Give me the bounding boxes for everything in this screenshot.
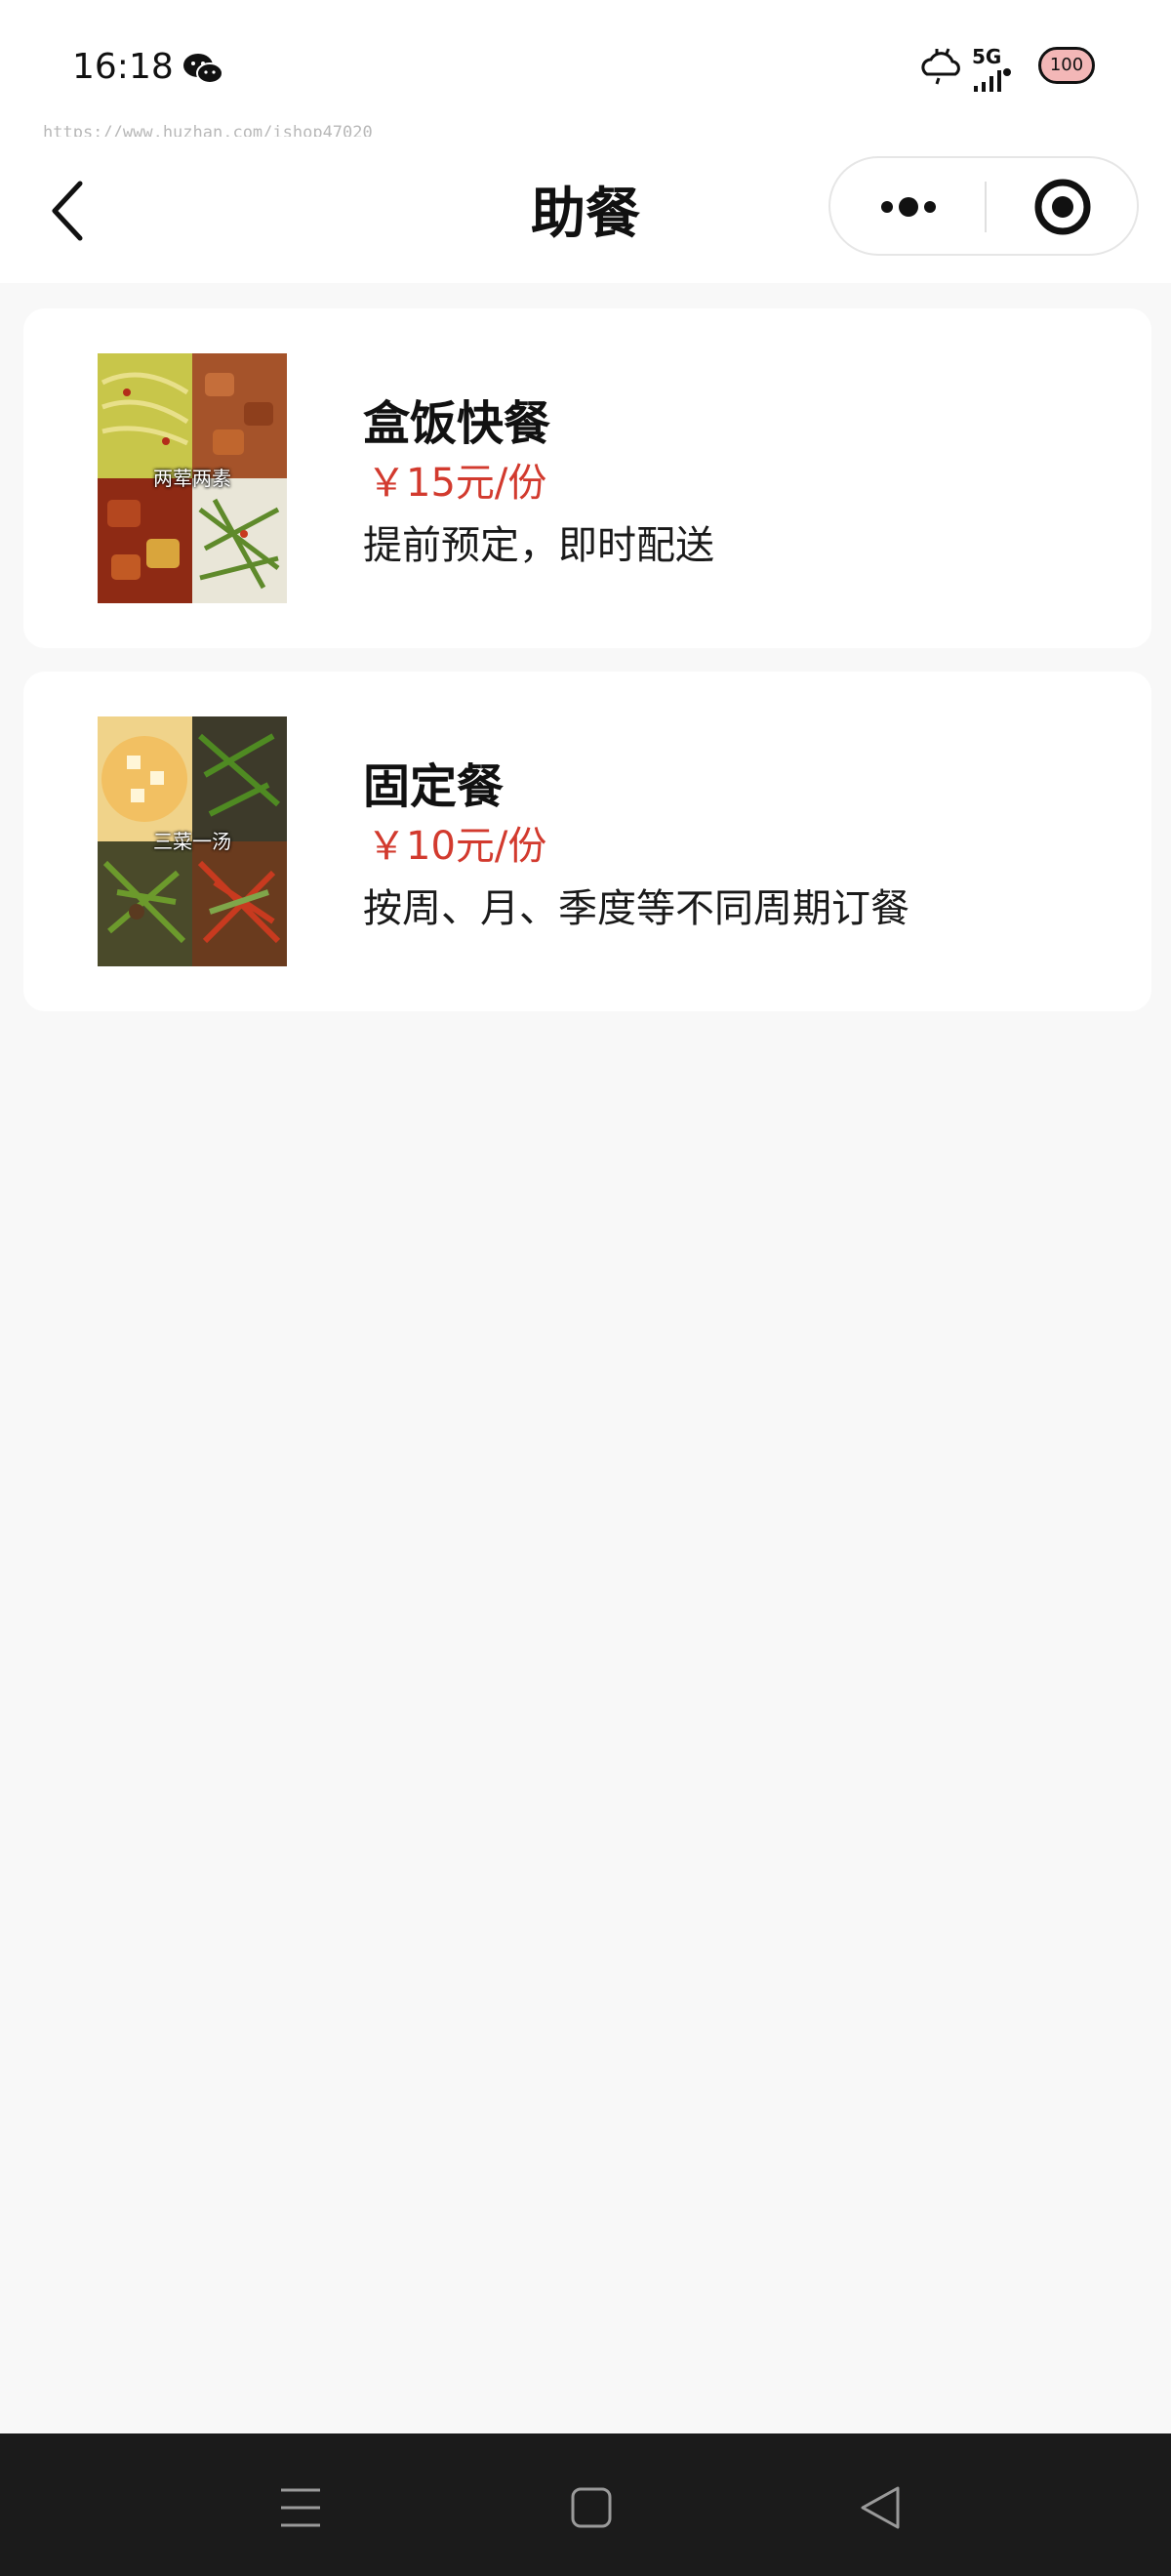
back-triangle-icon	[861, 2486, 900, 2529]
network-label: 5G	[972, 45, 1002, 68]
battery-level: 100	[1049, 55, 1084, 75]
weather-icon	[921, 48, 960, 85]
meal-title: 固定餐	[363, 759, 505, 814]
signal-icon	[974, 68, 1011, 92]
close-button[interactable]	[1006, 170, 1119, 244]
menu-icon	[281, 2488, 320, 2527]
menu-button[interactable]	[265, 2473, 336, 2543]
meal-image-caption: 两荤两素	[153, 467, 231, 490]
meal-image-caption: 三菜一汤	[153, 830, 231, 853]
meal-image: 两荤两素	[98, 353, 287, 603]
capsule-divider	[985, 182, 987, 232]
wechat-icon	[183, 54, 223, 84]
capsule-menu	[828, 156, 1139, 256]
system-nav-bar	[0, 2433, 1171, 2576]
home-button[interactable]	[556, 2473, 626, 2543]
more-icon	[881, 197, 936, 217]
meal-title: 盒饭快餐	[363, 396, 551, 451]
close-target-icon	[1034, 179, 1091, 235]
nav-bar: 助餐	[0, 137, 1171, 283]
meal-image: 三菜一汤	[98, 716, 287, 966]
meal-desc: 提前预定，即时配送	[363, 523, 714, 568]
meal-card-boxed[interactable]: 两荤两素 盒饭快餐 ￥15元/份 提前预定，即时配送	[23, 308, 1151, 648]
status-time: 16:18	[72, 47, 174, 87]
battery-icon: 100	[1038, 47, 1095, 84]
meal-price: ￥10元/份	[367, 824, 547, 869]
status-bar: 16:18 5G 100 https://www.huzhan.com/isho…	[0, 0, 1171, 143]
status-icons: 5G 100	[917, 41, 1112, 96]
home-icon	[571, 2487, 612, 2528]
meal-price: ￥15元/份	[367, 461, 547, 506]
meal-desc: 按周、月、季度等不同周期订餐	[363, 886, 909, 931]
system-back-button[interactable]	[845, 2473, 915, 2543]
more-button[interactable]	[852, 170, 965, 244]
meal-card-fixed[interactable]: 三菜一汤 固定餐 ￥10元/份 按周、月、季度等不同周期订餐	[23, 672, 1151, 1011]
